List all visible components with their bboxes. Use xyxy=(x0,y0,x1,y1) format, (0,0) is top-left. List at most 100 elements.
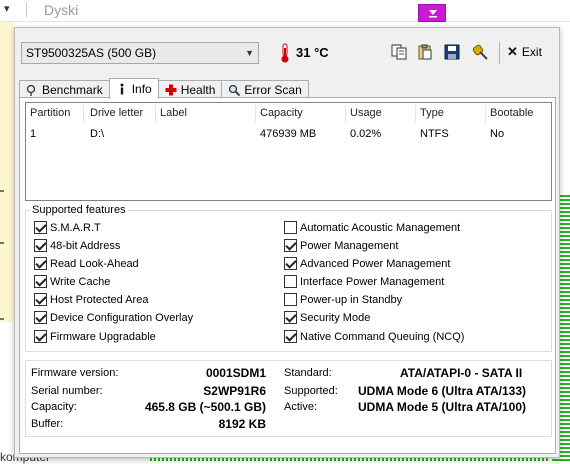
feature-automatic-acoustic-management: Automatic Acoustic Management xyxy=(284,221,460,234)
feature-security-mode: Security Mode xyxy=(284,311,370,324)
feature-label: Interface Power Management xyxy=(300,275,445,288)
column-header-drive-letter[interactable]: Drive letter xyxy=(86,105,156,123)
copy-icon xyxy=(391,44,407,60)
column-header-label[interactable]: Label xyxy=(156,105,256,123)
tab-label: Benchmark xyxy=(42,83,103,97)
exit-button[interactable]: ✕ Exit xyxy=(507,44,542,60)
info-pane: Partition Drive letter Label Capacity Us… xyxy=(19,97,556,454)
checkbox xyxy=(284,257,297,270)
feature-host-protected-area: Host Protected Area xyxy=(34,293,148,306)
title-separator xyxy=(26,3,27,17)
info-icon xyxy=(120,83,124,95)
serial-label: Serial number: xyxy=(31,385,103,397)
checkbox xyxy=(34,257,47,270)
feature-label: Host Protected Area xyxy=(50,293,149,306)
column-header-bootable[interactable]: Bootable xyxy=(486,105,552,123)
drive-select-value: ST9500325AS (500 GB) xyxy=(26,46,157,60)
options-button[interactable] xyxy=(470,42,490,62)
close-icon: ✕ xyxy=(507,44,518,59)
cell-capacity: 476939 MB xyxy=(260,128,317,140)
cell-partition: 1 xyxy=(30,128,37,140)
drive-select[interactable]: ST9500325AS (500 GB) ▼ xyxy=(21,42,259,64)
capacity-label: Capacity: xyxy=(31,401,77,413)
feature-label: Native Command Queuing (NCQ) xyxy=(300,330,465,343)
feature-label: Firmware Upgradable xyxy=(50,330,156,343)
feature-smart: S.M.A.R.T xyxy=(34,221,101,234)
feature-label: Advanced Power Management xyxy=(300,257,451,270)
firmware-value: 0001SDM1 xyxy=(205,366,266,380)
toolbar-separator xyxy=(499,42,500,64)
serial-value: S2WP91R6 xyxy=(203,384,266,398)
tab-bar: Benchmark Info Health Error Scan xyxy=(19,78,309,99)
drive-info-group: Firmware version: 0001SDM1 Serial number… xyxy=(25,360,552,437)
hdtune-window: ST9500325AS (500 GB) ▼ 31 °C ✕ Exit Benc… xyxy=(14,27,560,458)
supported-features-group: Supported features S.M.A.R.T 48-bit Addr… xyxy=(25,204,552,352)
feature-label: 48-bit Address xyxy=(50,239,121,252)
copy-button[interactable] xyxy=(389,42,409,62)
nav-marker xyxy=(0,190,4,192)
checkbox xyxy=(34,239,47,252)
feature-device-configuration-overlay: Device Configuration Overlay xyxy=(34,311,193,324)
feature-label: Write Cache xyxy=(50,275,111,288)
active-label: Active: xyxy=(284,401,318,413)
feature-48bit-address: 48-bit Address xyxy=(34,239,120,252)
buffer-label: Buffer: xyxy=(31,418,64,430)
buffer-value: 8192 KB xyxy=(218,417,266,431)
active-value: UDMA Mode 5 (Ultra ATA/100) xyxy=(358,400,527,414)
features-title: Supported features xyxy=(30,204,128,216)
firmware-label: Firmware version: xyxy=(31,367,119,379)
checkbox xyxy=(34,293,47,306)
download-arrow-icon[interactable] xyxy=(418,4,446,22)
copy-all-button[interactable] xyxy=(415,42,435,62)
cell-drive-letter: D:\ xyxy=(90,128,105,140)
clipboard-icon xyxy=(418,44,432,60)
explorer-title: Dyski xyxy=(44,2,79,18)
checkbox xyxy=(284,330,297,343)
checkbox xyxy=(34,221,47,234)
feature-label: Automatic Acoustic Management xyxy=(300,221,461,234)
chevron-down-icon: ▼ xyxy=(245,48,254,58)
feature-write-cache: Write Cache xyxy=(34,275,110,288)
quick-access-chevron-icon[interactable]: ▾ xyxy=(4,2,10,15)
feature-power-up-in-standby: Power-up in Standby xyxy=(284,293,402,306)
cell-type: NTFS xyxy=(420,128,449,140)
thermometer-icon xyxy=(281,43,289,63)
tab-label: Health xyxy=(180,83,216,97)
feature-read-look-ahead: Read Look-Ahead xyxy=(34,257,139,270)
feature-firmware-upgradable: Firmware Upgradable xyxy=(34,330,156,343)
supported-label: Supported: xyxy=(284,385,338,397)
save-button[interactable] xyxy=(442,42,462,62)
cell-bootable: No xyxy=(490,128,505,140)
explorer-nav-strip xyxy=(0,22,14,322)
checkbox xyxy=(34,275,47,288)
checkbox xyxy=(284,311,297,324)
nav-marker xyxy=(0,242,4,244)
column-header-usage[interactable]: Usage xyxy=(346,105,416,123)
checkbox xyxy=(284,221,297,234)
column-header-partition[interactable]: Partition xyxy=(26,105,84,123)
column-header-type[interactable]: Type xyxy=(416,105,486,123)
partition-table[interactable]: Partition Drive letter Label Capacity Us… xyxy=(25,102,552,201)
column-header-capacity[interactable]: Capacity xyxy=(256,105,346,123)
floppy-disk-icon xyxy=(444,44,460,60)
checkbox xyxy=(284,275,297,288)
feature-label: Read Look-Ahead xyxy=(50,257,139,270)
feature-label: Power Management xyxy=(300,239,399,252)
magnifier-icon xyxy=(229,84,241,96)
supported-value: UDMA Mode 6 (Ultra ATA/133) xyxy=(358,384,527,398)
checkbox xyxy=(284,293,297,306)
feature-power-management: Power Management xyxy=(284,239,398,252)
exit-label: Exit xyxy=(521,45,542,59)
checkbox xyxy=(284,239,297,252)
standard-label: Standard: xyxy=(284,367,332,379)
tab-label: Info xyxy=(131,82,152,96)
feature-label: Power-up in Standby xyxy=(300,293,403,306)
capacity-value: 465.8 GB (~500.1 GB) xyxy=(144,400,266,414)
temperature-value: 31 °C xyxy=(296,45,329,60)
standard-value: ATA/ATAPI-0 - SATA II xyxy=(400,366,523,380)
checkbox xyxy=(34,311,47,324)
feature-label: S.M.A.R.T xyxy=(50,221,101,234)
tab-info[interactable]: Info xyxy=(108,78,159,99)
feature-ncq: Native Command Queuing (NCQ) xyxy=(284,330,464,343)
nav-marker xyxy=(0,318,4,320)
